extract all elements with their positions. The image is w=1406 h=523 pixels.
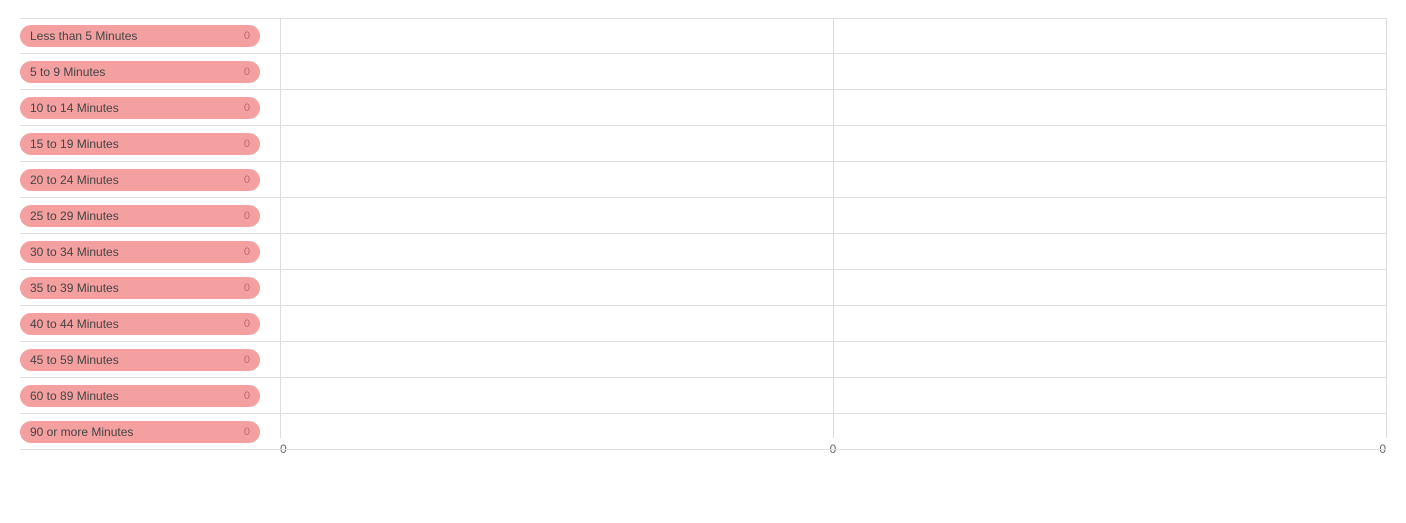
bar-label-container: 15 to 19 Minutes 0	[20, 133, 280, 155]
bar-label-pill: 10 to 14 Minutes 0	[20, 97, 260, 119]
bar-label-text: 30 to 34 Minutes	[30, 245, 119, 259]
bar-track	[280, 270, 1386, 305]
bar-label-pill: 60 to 89 Minutes 0	[20, 385, 260, 407]
bar-label-text: 10 to 14 Minutes	[30, 101, 119, 115]
bar-track	[280, 414, 1386, 449]
bar-value-text: 0	[244, 30, 250, 42]
bar-value-text: 0	[244, 354, 250, 366]
bar-label-pill: 45 to 59 Minutes 0	[20, 349, 260, 371]
chart-area: Less than 5 Minutes05 to 9 Minutes010 to…	[20, 18, 1386, 438]
bar-row: 90 or more Minutes 0	[20, 414, 1386, 450]
bar-track	[280, 234, 1386, 269]
chart-container: Less than 5 Minutes05 to 9 Minutes010 to…	[0, 0, 1406, 523]
bar-track	[280, 306, 1386, 341]
bar-label-container: 30 to 34 Minutes 0	[20, 241, 280, 263]
bar-track	[280, 342, 1386, 377]
bar-row: 60 to 89 Minutes 0	[20, 378, 1386, 414]
bar-label-container: 10 to 14 Minutes 0	[20, 97, 280, 119]
bar-row: 15 to 19 Minutes 0	[20, 126, 1386, 162]
bar-label-pill: 40 to 44 Minutes 0	[20, 313, 260, 335]
bar-label-text: 20 to 24 Minutes	[30, 173, 119, 187]
bar-value-text: 0	[244, 282, 250, 294]
bar-row: Less than 5 Minutes 0	[20, 18, 1386, 54]
bar-row: 35 to 39 Minutes 0	[20, 270, 1386, 306]
bar-value-text: 0	[244, 426, 250, 438]
bar-label-container: 5 to 9 Minutes 0	[20, 61, 280, 83]
bars-container: Less than 5 Minutes05 to 9 Minutes010 to…	[20, 18, 1386, 450]
bar-value-text: 0	[244, 66, 250, 78]
bar-value-text: 0	[244, 246, 250, 258]
bar-label-container: 60 to 89 Minutes 0	[20, 385, 280, 407]
bar-track	[280, 198, 1386, 233]
bar-row: 40 to 44 Minutes 0	[20, 306, 1386, 342]
grid-line-2	[1386, 18, 1387, 438]
bar-label-text: 35 to 39 Minutes	[30, 281, 119, 295]
bar-value-text: 0	[244, 102, 250, 114]
bar-value-text: 0	[244, 390, 250, 402]
bar-row: 25 to 29 Minutes 0	[20, 198, 1386, 234]
bar-row: 20 to 24 Minutes 0	[20, 162, 1386, 198]
bar-track	[280, 90, 1386, 125]
bar-value-text: 0	[244, 210, 250, 222]
bar-label-text: 5 to 9 Minutes	[30, 65, 105, 79]
bar-label-pill: 5 to 9 Minutes 0	[20, 61, 260, 83]
bar-value-text: 0	[244, 318, 250, 330]
bar-label-container: 90 or more Minutes 0	[20, 421, 280, 443]
bar-label-container: 45 to 59 Minutes 0	[20, 349, 280, 371]
bar-label-pill: Less than 5 Minutes 0	[20, 25, 260, 47]
bar-label-text: 25 to 29 Minutes	[30, 209, 119, 223]
bar-label-text: 40 to 44 Minutes	[30, 317, 119, 331]
bar-label-text: 90 or more Minutes	[30, 425, 133, 439]
bar-row: 30 to 34 Minutes 0	[20, 234, 1386, 270]
bar-label-text: Less than 5 Minutes	[30, 29, 137, 43]
bar-label-pill: 90 or more Minutes 0	[20, 421, 260, 443]
bar-label-pill: 25 to 29 Minutes 0	[20, 205, 260, 227]
bar-label-pill: 20 to 24 Minutes 0	[20, 169, 260, 191]
bar-track	[280, 126, 1386, 161]
bar-row: 45 to 59 Minutes 0	[20, 342, 1386, 378]
bar-label-text: 15 to 19 Minutes	[30, 137, 119, 151]
bar-track	[280, 54, 1386, 89]
bar-label-container: 40 to 44 Minutes 0	[20, 313, 280, 335]
bar-label-text: 45 to 59 Minutes	[30, 353, 119, 367]
bar-label-text: 60 to 89 Minutes	[30, 389, 119, 403]
bar-value-text: 0	[244, 138, 250, 150]
bar-label-container: 20 to 24 Minutes 0	[20, 169, 280, 191]
bar-track	[280, 378, 1386, 413]
bar-label-container: Less than 5 Minutes 0	[20, 25, 280, 47]
bar-label-pill: 35 to 39 Minutes 0	[20, 277, 260, 299]
bar-label-pill: 30 to 34 Minutes 0	[20, 241, 260, 263]
bar-label-container: 25 to 29 Minutes 0	[20, 205, 280, 227]
bar-value-text: 0	[244, 174, 250, 186]
bar-row: 10 to 14 Minutes 0	[20, 90, 1386, 126]
bar-track	[280, 19, 1386, 53]
bar-label-pill: 15 to 19 Minutes 0	[20, 133, 260, 155]
bar-label-container: 35 to 39 Minutes 0	[20, 277, 280, 299]
bar-track	[280, 162, 1386, 197]
bar-row: 5 to 9 Minutes 0	[20, 54, 1386, 90]
